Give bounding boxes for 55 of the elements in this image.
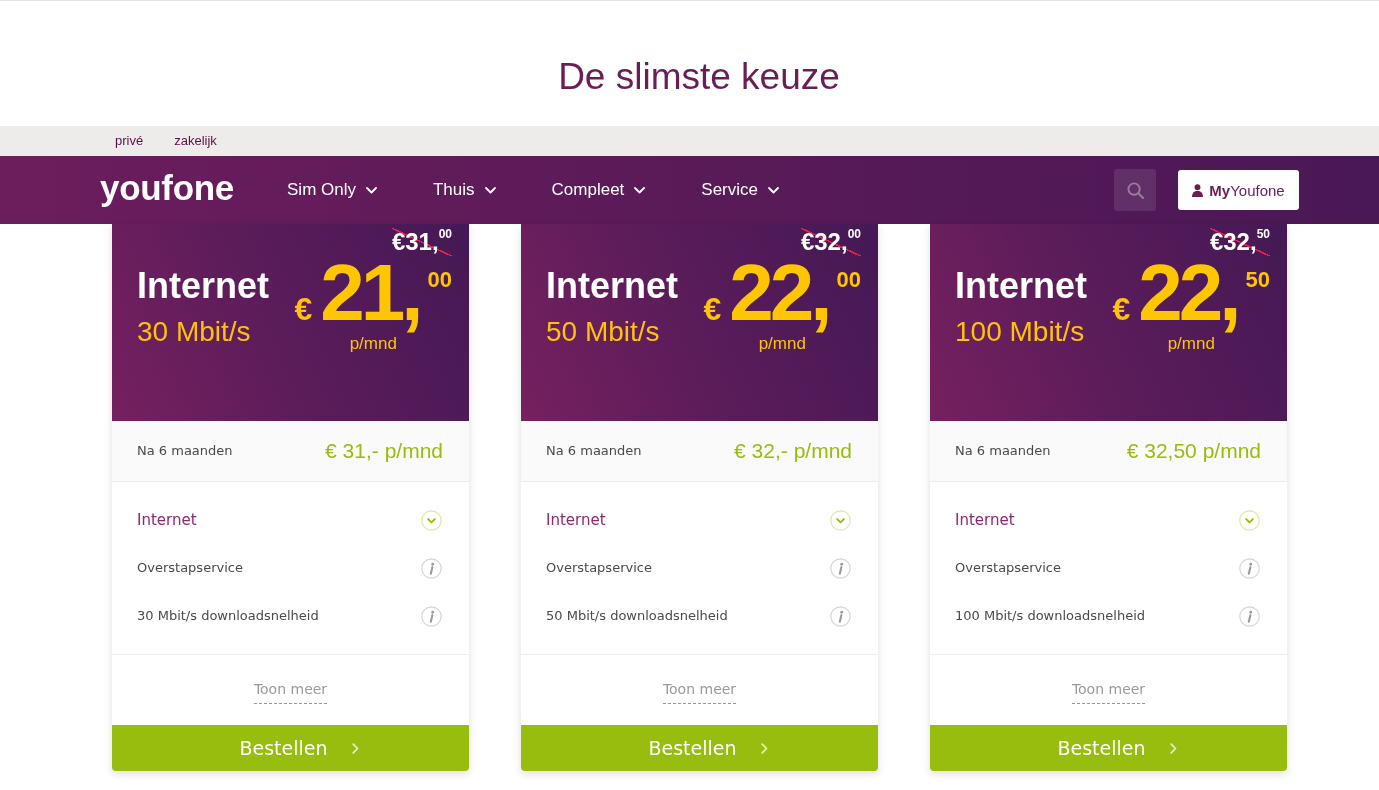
nav-menu-button[interactable]: Thuis — [433, 179, 496, 201]
currency-symbol: € — [294, 292, 313, 326]
product-name: Internet — [955, 264, 1087, 308]
segment-link[interactable]: zakelijk — [174, 133, 217, 149]
search-button[interactable] — [1114, 169, 1156, 211]
feature-group-title: Internet — [955, 510, 1015, 530]
info-icon[interactable] — [421, 557, 442, 579]
chevron-right-icon — [351, 742, 359, 754]
speed-text: 30 Mbit/s — [137, 315, 252, 349]
nav-menu-button[interactable]: Service — [701, 179, 779, 201]
caret-icon — [366, 186, 377, 194]
speed-text: 50 Mbit/s — [546, 315, 661, 349]
feature-group-title: Internet — [546, 510, 606, 530]
speed-text: 100 Mbit/s — [955, 315, 1086, 349]
caret-icon — [634, 186, 646, 194]
info-icon[interactable] — [421, 605, 442, 627]
info-icon[interactable] — [830, 605, 851, 627]
account-button[interactable]: MyYoufone — [1178, 170, 1299, 210]
logo[interactable]: youfone — [100, 168, 234, 208]
feature-text: Overstapservice — [137, 559, 243, 577]
price-period: p/mnd — [1167, 334, 1215, 354]
price-period: p/mnd — [758, 334, 806, 354]
info-icon[interactable] — [830, 557, 851, 579]
price-period: p/mnd — [349, 334, 397, 354]
segment-link[interactable]: privé — [115, 133, 144, 149]
nav-menu-button[interactable]: Sim Only — [287, 179, 377, 201]
feature-text: Overstapservice — [955, 559, 1061, 577]
feature-text: 50 Mbit/s downloadsnelheid — [546, 607, 728, 625]
after-label: Na 6 maanden — [546, 442, 642, 460]
after-label: Na 6 maanden — [955, 442, 1051, 460]
caret-icon — [768, 186, 779, 194]
after-price: € 32,- p/mnd — [734, 439, 852, 463]
info-icon[interactable] — [1239, 605, 1260, 627]
feature-text: 100 Mbit/s downloadsnelheid — [955, 607, 1145, 625]
chevron-circle-icon[interactable] — [830, 509, 851, 531]
caret-icon — [484, 186, 496, 194]
nav-menu-button[interactable]: Compleet — [551, 179, 646, 201]
feature-group-title: Internet — [137, 510, 197, 530]
after-price: € 31,- p/mnd — [325, 439, 443, 463]
product-name: Internet — [546, 264, 678, 308]
chevron-circle-icon[interactable] — [421, 509, 442, 531]
person-icon — [1192, 183, 1204, 197]
search-icon — [1126, 181, 1144, 199]
chevron-right-icon — [1169, 742, 1177, 754]
product-name: Internet — [137, 264, 269, 308]
feature-text: 30 Mbit/s downloadsnelheid — [137, 607, 319, 625]
after-price: € 32,50 p/mnd — [1126, 439, 1261, 463]
info-icon[interactable] — [1239, 557, 1260, 579]
currency-symbol: € — [1112, 292, 1131, 326]
currency-symbol: € — [703, 292, 722, 326]
after-label: Na 6 maanden — [137, 442, 233, 460]
page-title: De slimste keuze — [558, 55, 840, 99]
chevron-right-icon — [760, 742, 768, 754]
feature-text: Overstapservice — [546, 559, 652, 577]
chevron-circle-icon[interactable] — [1239, 509, 1260, 531]
